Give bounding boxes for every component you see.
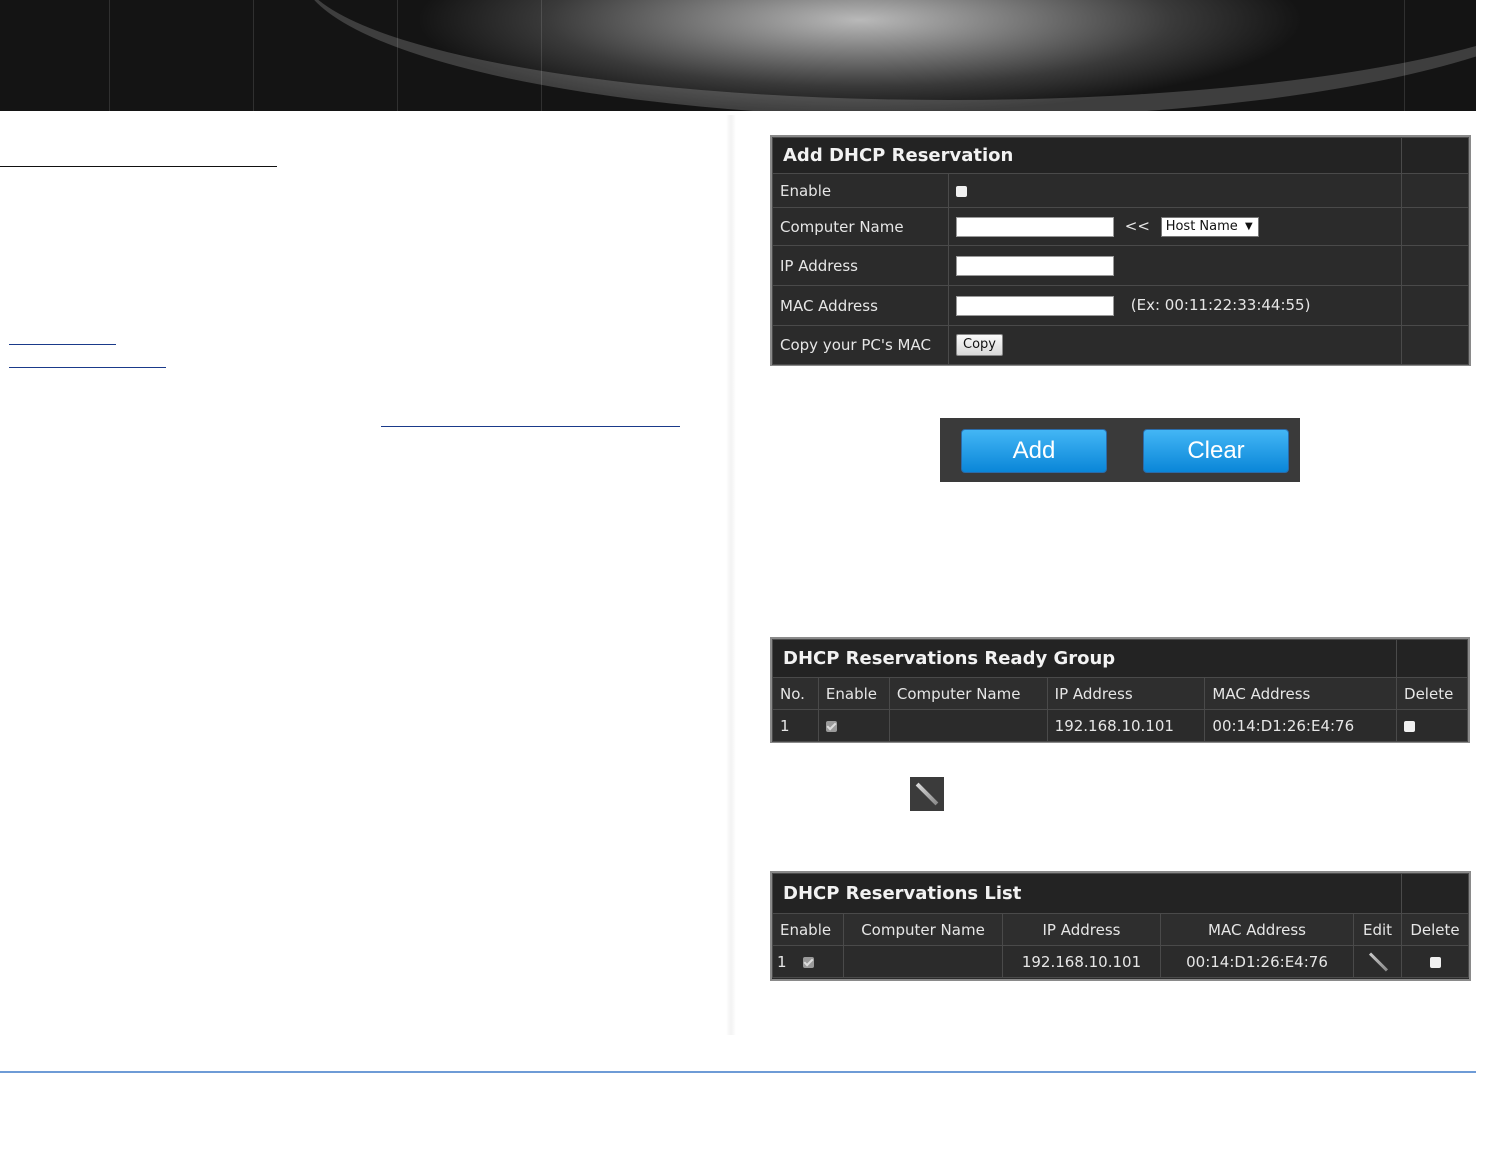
reservations-list-title: DHCP Reservations List — [772, 873, 1402, 914]
col-header: Computer Name — [843, 913, 1003, 946]
mac-example-hint: (Ex: 00:11:22:33:44:55) — [1130, 296, 1311, 314]
link-underline[interactable] — [9, 367, 166, 368]
col-header: No. — [772, 677, 819, 710]
ready-group-panel: DHCP Reservations Ready Group No. Enable… — [770, 637, 1470, 743]
banner-divider — [397, 0, 398, 111]
col-header: Delete — [1396, 677, 1468, 710]
enable-checkbox[interactable] — [956, 185, 967, 197]
col-header: IP Address — [1046, 677, 1206, 710]
header-banner — [0, 0, 1476, 111]
ready-group-title: DHCP Reservations Ready Group — [771, 639, 1398, 678]
banner-divider — [1404, 0, 1405, 111]
banner-swoosh — [300, 0, 1476, 111]
add-dhcp-reservation-panel: Add DHCP Reservation Enable Computer Nam… — [770, 135, 1471, 366]
col-header: Delete — [1401, 913, 1469, 946]
col-header: Edit — [1353, 913, 1402, 946]
copy-button[interactable]: Copy — [956, 334, 1003, 356]
col-header: Enable — [772, 913, 844, 946]
column-divider — [726, 115, 736, 1035]
link-underline[interactable] — [381, 426, 680, 427]
copy-mac-label: Copy your PC's MAC — [772, 325, 949, 365]
row-computer-name — [888, 709, 1048, 742]
ip-address-input[interactable] — [956, 255, 1114, 276]
section-heading-rule — [0, 166, 277, 167]
row-computer-name — [843, 945, 1003, 978]
row-mac-address: 00:14:D1:26:E4:76 — [1160, 945, 1354, 978]
row-enable-checkbox[interactable] — [803, 956, 815, 968]
banner-divider — [253, 0, 254, 111]
clear-button[interactable]: Clear — [1143, 429, 1289, 473]
link-underline[interactable] — [9, 344, 116, 345]
col-header: Computer Name — [888, 677, 1048, 710]
row-delete-checkbox[interactable] — [1429, 956, 1441, 968]
mac-address-input[interactable] — [956, 295, 1114, 316]
row-enable-checkbox[interactable] — [825, 720, 837, 732]
chevron-down-icon: ▼ — [1245, 220, 1253, 232]
action-buttons-panel: Add Clear — [940, 418, 1300, 482]
mac-address-label: MAC Address — [772, 285, 949, 326]
host-name-select[interactable]: Host Name ▼ — [1160, 216, 1259, 237]
row-mac-address: 00:14:D1:26:E4:76 — [1204, 709, 1398, 742]
col-header: Enable — [817, 677, 890, 710]
row-delete-checkbox[interactable] — [1404, 720, 1416, 732]
host-separator: << — [1124, 217, 1150, 235]
enable-label: Enable — [772, 173, 949, 208]
banner-divider — [541, 0, 542, 111]
computer-name-input[interactable] — [956, 216, 1114, 237]
ip-address-label: IP Address — [772, 245, 949, 286]
row-ip-address: 192.168.10.101 — [1002, 945, 1161, 978]
banner-divider — [109, 0, 110, 111]
col-header: MAC Address — [1204, 677, 1398, 710]
row-number: 1 — [777, 952, 787, 971]
row-number: 1 — [772, 709, 819, 742]
col-header: MAC Address — [1160, 913, 1354, 946]
add-button[interactable]: Add — [961, 429, 1107, 473]
reservations-list-panel: DHCP Reservations List Enable Computer N… — [770, 871, 1471, 981]
pencil-icon — [910, 777, 944, 811]
row-ip-address: 192.168.10.101 — [1046, 709, 1206, 742]
add-reservation-title: Add DHCP Reservation — [772, 137, 1402, 174]
computer-name-label: Computer Name — [772, 207, 949, 246]
footer-rule — [0, 1071, 1476, 1073]
edit-pencil-icon[interactable] — [1367, 951, 1389, 973]
col-header: IP Address — [1002, 913, 1161, 946]
